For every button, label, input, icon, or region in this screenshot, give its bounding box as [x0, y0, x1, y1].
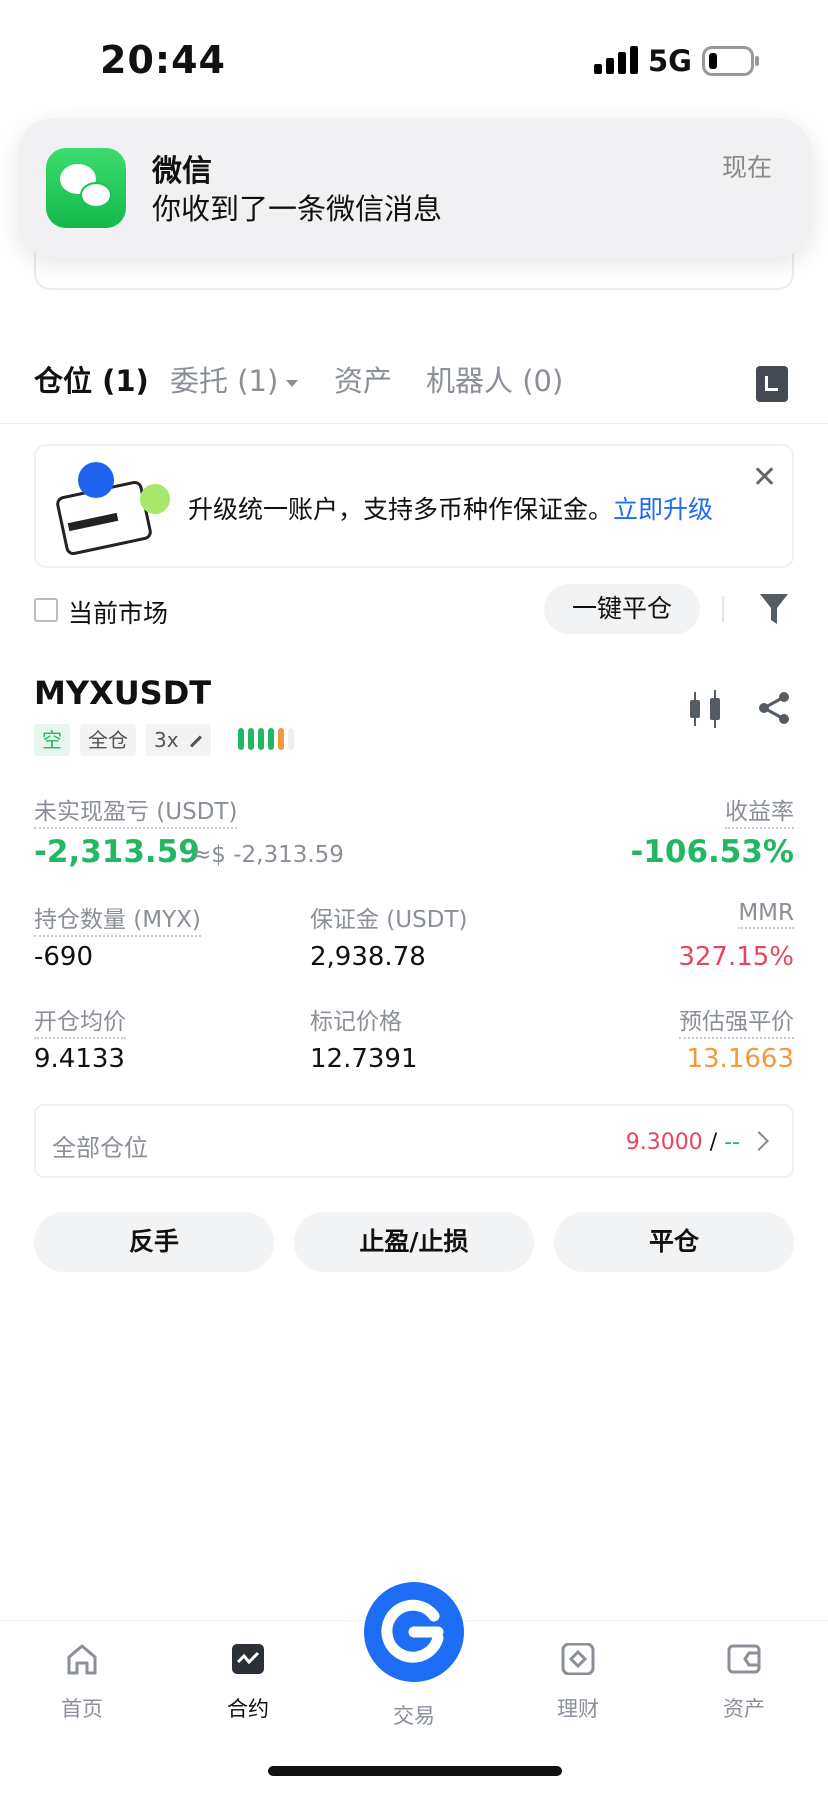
position-tabs: 仓位 (1) 委托 (1) 资产 机器人 (0) — [0, 358, 828, 424]
trade-icon — [381, 1599, 444, 1663]
unrealized-pnl-value: -2,313.59 — [34, 834, 200, 870]
history-icon[interactable] — [756, 366, 788, 402]
edit-icon — [189, 735, 202, 748]
position-size-value: -690 — [34, 942, 94, 972]
side-badge: 空 — [34, 724, 70, 756]
earn-icon — [561, 1642, 595, 1676]
tab-orders[interactable]: 委托 (1) — [170, 358, 299, 400]
nav-earn-label: 理财 — [557, 1697, 599, 1721]
leverage-label: 3x — [154, 728, 179, 752]
tab-positions[interactable]: 仓位 (1) — [34, 358, 149, 400]
mmr-label[interactable]: MMR — [738, 900, 794, 929]
all-positions-row[interactable]: 全部仓位 9.3000 / -- — [34, 1104, 794, 1178]
liquidation-price-label[interactable]: 预估强平价 — [679, 1002, 794, 1039]
wallet-icon — [727, 1644, 761, 1674]
adl-indicator-icon — [238, 728, 298, 752]
nav-trade-label: 交易 — [393, 1704, 435, 1728]
liquidation-price-value: 13.1663 — [686, 1044, 794, 1074]
all-positions-price: 9.3000 — [625, 1130, 703, 1155]
close-icon[interactable]: ✕ — [752, 460, 777, 495]
wechat-notification[interactable]: 微信 你收到了一条微信消息 现在 — [18, 118, 812, 258]
home-icon — [67, 1644, 97, 1675]
nav-home[interactable]: 首页 — [22, 1643, 142, 1723]
notification-message: 你收到了一条微信消息 — [152, 192, 443, 226]
reverse-button[interactable]: 反手 — [34, 1212, 274, 1272]
margin-value: 2,938.78 — [310, 942, 426, 972]
status-time: 20:44 — [100, 38, 226, 82]
caret-down-icon — [286, 379, 299, 387]
unrealized-pnl-label[interactable]: 未实现盈亏 (USDT) — [34, 792, 238, 829]
wechat-icon — [46, 148, 126, 228]
futures-icon — [232, 1644, 264, 1674]
all-positions-dash: -- — [724, 1130, 740, 1155]
all-positions-value: 9.3000 / -- — [626, 1130, 740, 1155]
upgrade-banner-text: 升级统一账户，支持多币种作保证金。立即升级 — [188, 490, 713, 526]
nav-assets-label: 资产 — [723, 1697, 765, 1721]
all-positions-label: 全部仓位 — [52, 1134, 148, 1162]
mmr-value: 327.15% — [678, 942, 794, 972]
notification-title: 微信 — [152, 154, 212, 189]
unrealized-pnl-usd: ≈$ -2,313.59 — [192, 842, 344, 868]
current-market-checkbox[interactable] — [34, 598, 58, 622]
upgrade-banner[interactable]: 升级统一账户，支持多币种作保证金。立即升级 ✕ — [34, 444, 794, 568]
nav-assets[interactable]: 资产 — [684, 1643, 804, 1723]
position-symbol[interactable]: MYXUSDT — [34, 674, 211, 712]
entry-price-value: 9.4133 — [34, 1044, 125, 1074]
divider — [722, 596, 724, 622]
tab-assets[interactable]: 资产 — [334, 358, 392, 400]
notification-time: 现在 — [721, 153, 772, 182]
mark-price-label: 标记价格 — [310, 1009, 402, 1035]
upgrade-now-link[interactable]: 立即升级 — [613, 495, 713, 524]
filter-row: 当前市场 一键平仓 — [34, 584, 794, 640]
nav-earn[interactable]: 理财 — [518, 1642, 638, 1723]
position-size-label[interactable]: 持仓数量 (MYX) — [34, 900, 201, 937]
margin-mode-badge: 全仓 — [80, 724, 136, 756]
nav-futures-label: 合约 — [227, 1697, 269, 1721]
mark-price-value: 12.7391 — [310, 1044, 418, 1074]
filter-icon[interactable] — [758, 592, 790, 626]
chevron-right-icon — [749, 1131, 769, 1151]
tp-sl-button[interactable]: 止盈/止损 — [294, 1212, 534, 1272]
nav-futures[interactable]: 合约 — [188, 1643, 308, 1723]
home-indicator — [268, 1766, 562, 1776]
status-bar: 20:44 5G — [0, 0, 828, 110]
close-all-button[interactable]: 一键平仓 — [544, 584, 700, 634]
trade-button[interactable] — [364, 1582, 464, 1682]
nav-home-label: 首页 — [61, 1697, 103, 1721]
margin-label: 保证金 (USDT) — [310, 907, 468, 933]
entry-price-label[interactable]: 开仓均价 — [34, 1002, 126, 1039]
network-label: 5G — [648, 44, 692, 78]
wallet-illustration — [54, 462, 170, 557]
battery-icon — [702, 46, 759, 76]
tab-bots[interactable]: 机器人 (0) — [426, 358, 563, 400]
signal-icon — [594, 46, 638, 74]
close-position-button[interactable]: 平仓 — [554, 1212, 794, 1272]
leverage-badge[interactable]: 3x — [146, 724, 211, 756]
current-market-label: 当前市场 — [68, 599, 169, 628]
candlestick-chart-icon[interactable] — [688, 690, 722, 728]
tab-orders-label: 委托 (1) — [170, 364, 279, 398]
upgrade-banner-message: 升级统一账户，支持多币种作保证金。 — [188, 495, 614, 524]
roe-label[interactable]: 收益率 — [725, 792, 794, 829]
share-icon[interactable] — [756, 690, 792, 726]
roe-value: -106.53% — [630, 834, 794, 870]
separator: / — [709, 1130, 718, 1155]
